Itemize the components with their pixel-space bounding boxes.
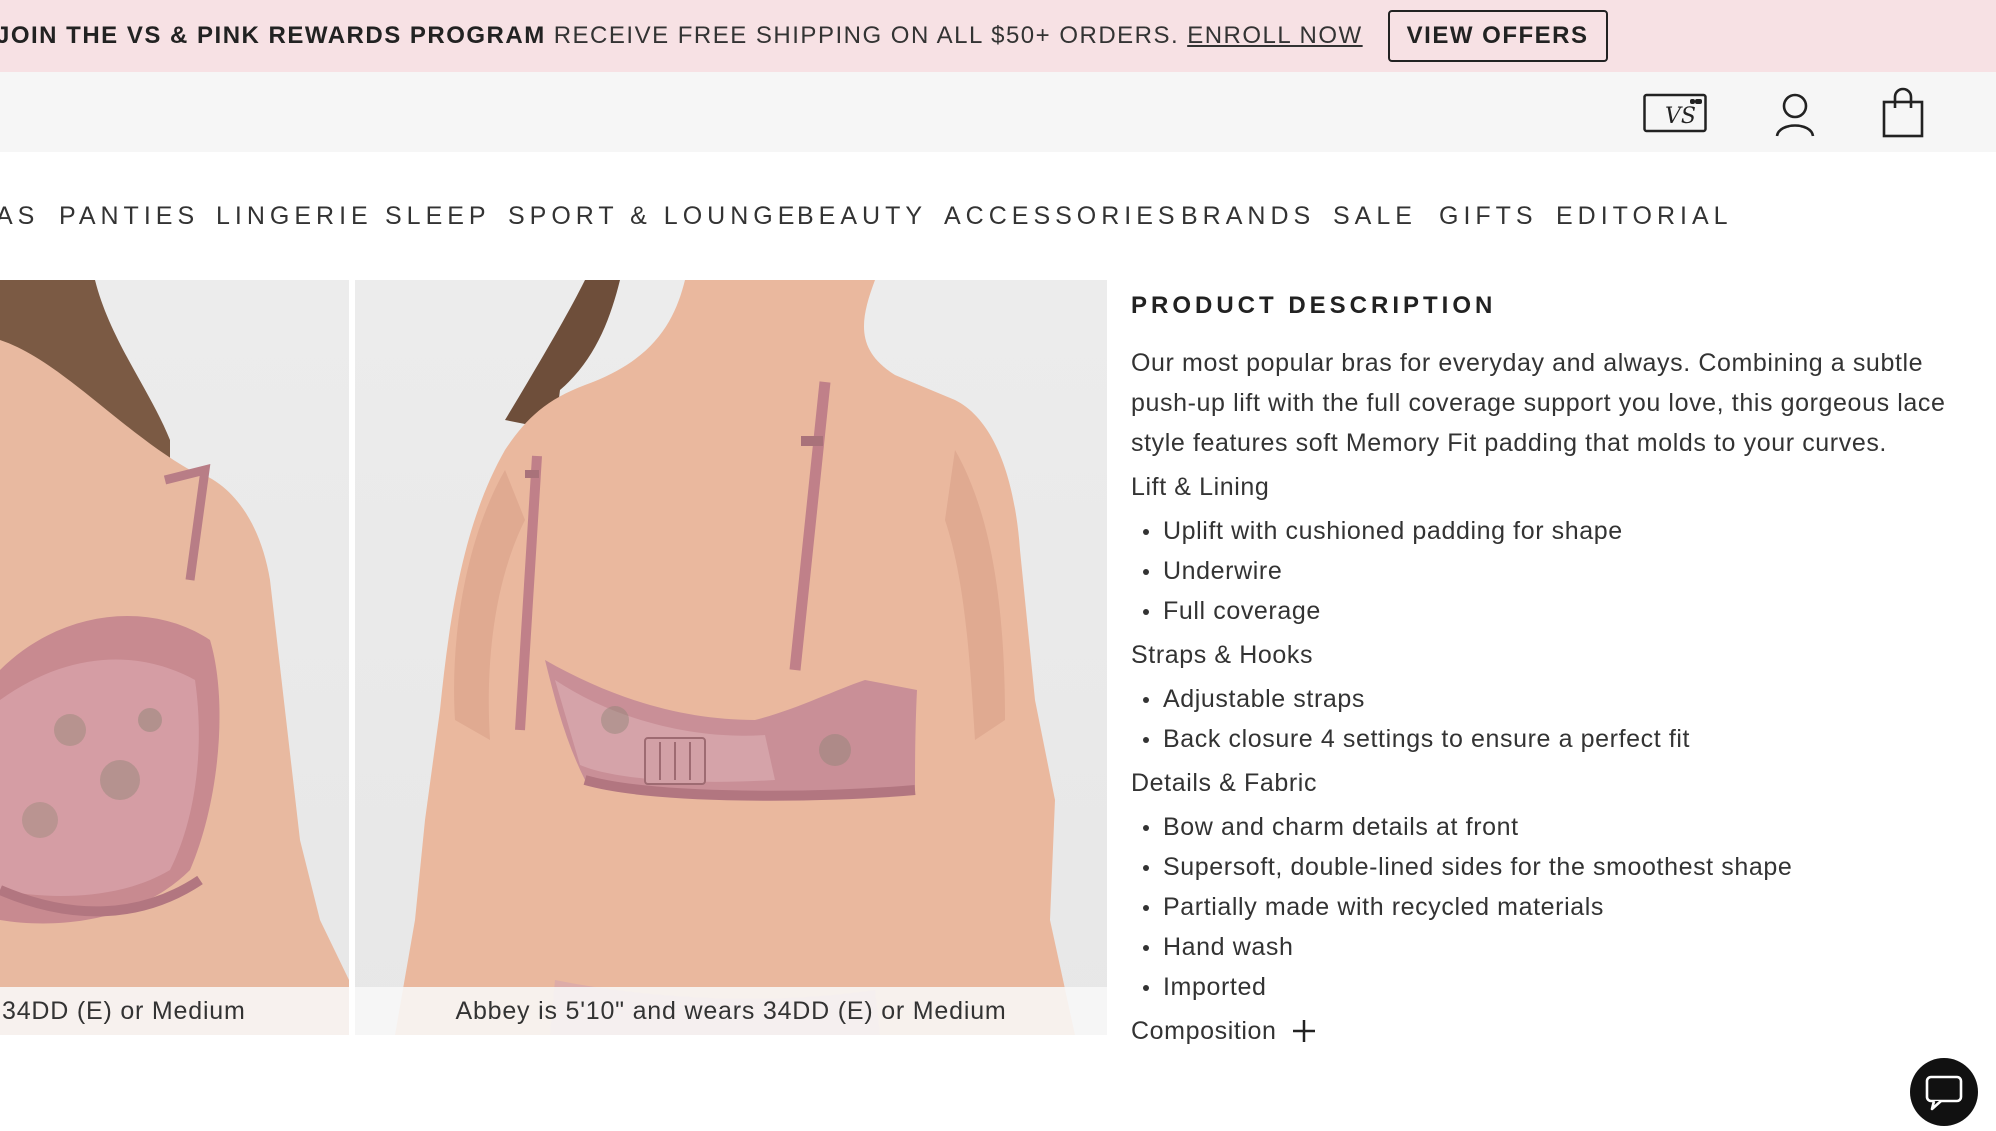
lift-lining-list: Uplift with cushioned padding for shape …: [1131, 511, 1971, 631]
details-fabric-list: Bow and charm details at front Supersoft…: [1131, 807, 1971, 1007]
nav-item-editorial[interactable]: EDITORIAL: [1556, 202, 1733, 231]
product-image-back[interactable]: Abbey is 5'10" and wears 34DD (E) or Med…: [355, 280, 1107, 1035]
chat-icon: [1925, 1075, 1963, 1111]
product-image-front[interactable]: 34DD (E) or Medium: [0, 280, 349, 1035]
model-front-illustration: [0, 280, 349, 1035]
list-item: Back closure 4 settings to ensure a perf…: [1131, 719, 1971, 759]
list-item: Underwire: [1131, 551, 1971, 591]
view-offers-button[interactable]: VIEW OFFERS: [1387, 10, 1608, 62]
list-item: Partially made with recycled materials: [1131, 887, 1971, 927]
image-caption: Abbey is 5'10" and wears 34DD (E) or Med…: [355, 987, 1107, 1035]
composition-toggle[interactable]: Composition: [1131, 1007, 1317, 1055]
promo-lead: JOIN THE VS & PINK REWARDS PROGRAM: [0, 22, 546, 49]
list-item: Imported: [1131, 967, 1971, 1007]
section-heading-lift-lining: Lift & Lining: [1131, 473, 1270, 501]
straps-hooks-list: Adjustable straps Back closure 4 setting…: [1131, 679, 1971, 759]
nav-item-sale[interactable]: SALE: [1333, 202, 1417, 231]
list-item: Uplift with cushioned padding for shape: [1131, 511, 1971, 551]
nav-item-accessories[interactable]: ACCESSORIES: [944, 202, 1180, 231]
account-icon[interactable]: [1766, 84, 1822, 140]
list-item: Bow and charm details at front: [1131, 807, 1971, 847]
nav-item-beauty[interactable]: BEAUTY: [797, 202, 927, 231]
chat-button[interactable]: [1910, 1058, 1978, 1126]
nav-item-panties[interactable]: PANTIES: [59, 202, 199, 231]
nav-item-brands[interactable]: BRANDS: [1181, 202, 1315, 231]
svg-text:VS: VS: [1665, 104, 1696, 129]
site-header: VS: [0, 72, 1996, 152]
intro-line: push-up lift with the full coverage supp…: [1131, 389, 1946, 417]
nav-item-gifts[interactable]: GIFTS: [1439, 202, 1538, 231]
model-back-illustration: [395, 280, 1075, 1035]
plus-icon: [1291, 1018, 1317, 1044]
list-item: Supersoft, double-lined sides for the sm…: [1131, 847, 1971, 887]
nav-item-sleep[interactable]: SLEEP: [385, 202, 491, 231]
product-description-title: PRODUCT DESCRIPTION: [1131, 292, 1497, 319]
intro-line: Our most popular bras for everyday and a…: [1131, 349, 1924, 377]
list-item: Hand wash: [1131, 927, 1971, 967]
section-heading-straps-hooks: Straps & Hooks: [1131, 641, 1314, 669]
composition-label: Composition: [1131, 1017, 1277, 1045]
shopping-bag-icon[interactable]: [1874, 84, 1930, 140]
product-intro: Our most popular bras for everyday and a…: [1131, 343, 1971, 463]
product-description: PRODUCT DESCRIPTION Our most popular bra…: [1131, 292, 1971, 1055]
list-item: Full coverage: [1131, 591, 1971, 631]
list-item: Adjustable straps: [1131, 679, 1971, 719]
vs-card-icon[interactable]: VS: [1643, 84, 1707, 140]
enroll-now-link[interactable]: ENROLL NOW: [1187, 22, 1362, 50]
section-heading-details-fabric: Details & Fabric: [1131, 769, 1318, 797]
nav-item-bras[interactable]: AS: [0, 202, 39, 231]
nav-item-sport-lounge[interactable]: SPORT & LOUNGE: [508, 202, 799, 231]
nav-item-lingerie[interactable]: LINGERIE: [216, 202, 373, 231]
image-caption: 34DD (E) or Medium: [0, 987, 349, 1035]
promo-text: RECEIVE FREE SHIPPING ON ALL $50+ ORDERS…: [553, 22, 1180, 49]
promo-banner: JOIN THE VS & PINK REWARDS PROGRAM RECEI…: [0, 0, 1996, 72]
intro-line: style features soft Memory Fit padding t…: [1131, 429, 1887, 457]
